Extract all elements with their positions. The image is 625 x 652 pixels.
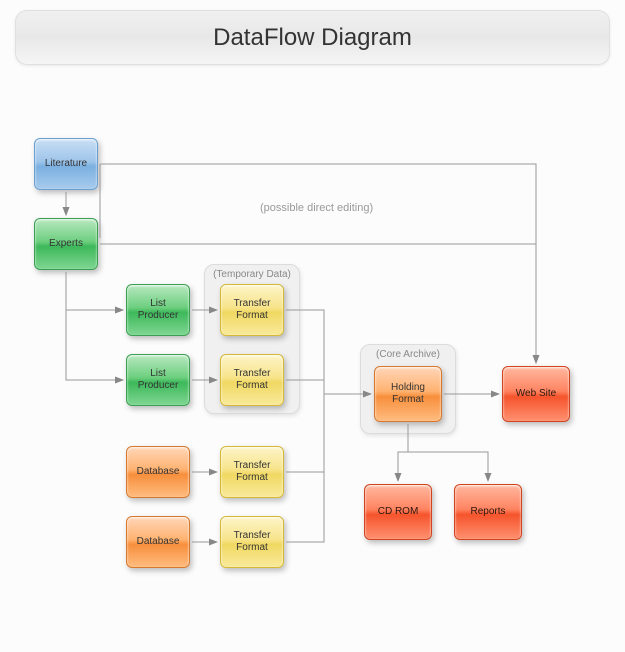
node-list-producer-2: List Producer [126,354,190,406]
node-transfer-format-2: Transfer Format [220,354,284,406]
node-experts: Experts [34,218,98,270]
node-transfer-format-1: Transfer Format [220,284,284,336]
group-core-archive-label: (Core Archive) [361,349,455,360]
arrows [0,0,625,652]
group-temporary-data-label: (Temporary Data) [205,269,299,280]
arrows-layer [0,0,625,652]
node-transfer-format-3: Transfer Format [220,446,284,498]
node-reports: Reports [454,484,522,540]
node-web-site: Web Site [502,366,570,422]
node-literature: Literature [34,138,98,190]
node-list-producer-1: List Producer [126,284,190,336]
annotation-direct-editing: (possible direct editing) [260,202,373,214]
node-database-1: Database [126,446,190,498]
node-cd-rom: CD ROM [364,484,432,540]
node-database-2: Database [126,516,190,568]
node-transfer-format-4: Transfer Format [220,516,284,568]
diagram-title: DataFlow Diagram [15,10,610,65]
node-holding-format: Holding Format [374,366,442,422]
